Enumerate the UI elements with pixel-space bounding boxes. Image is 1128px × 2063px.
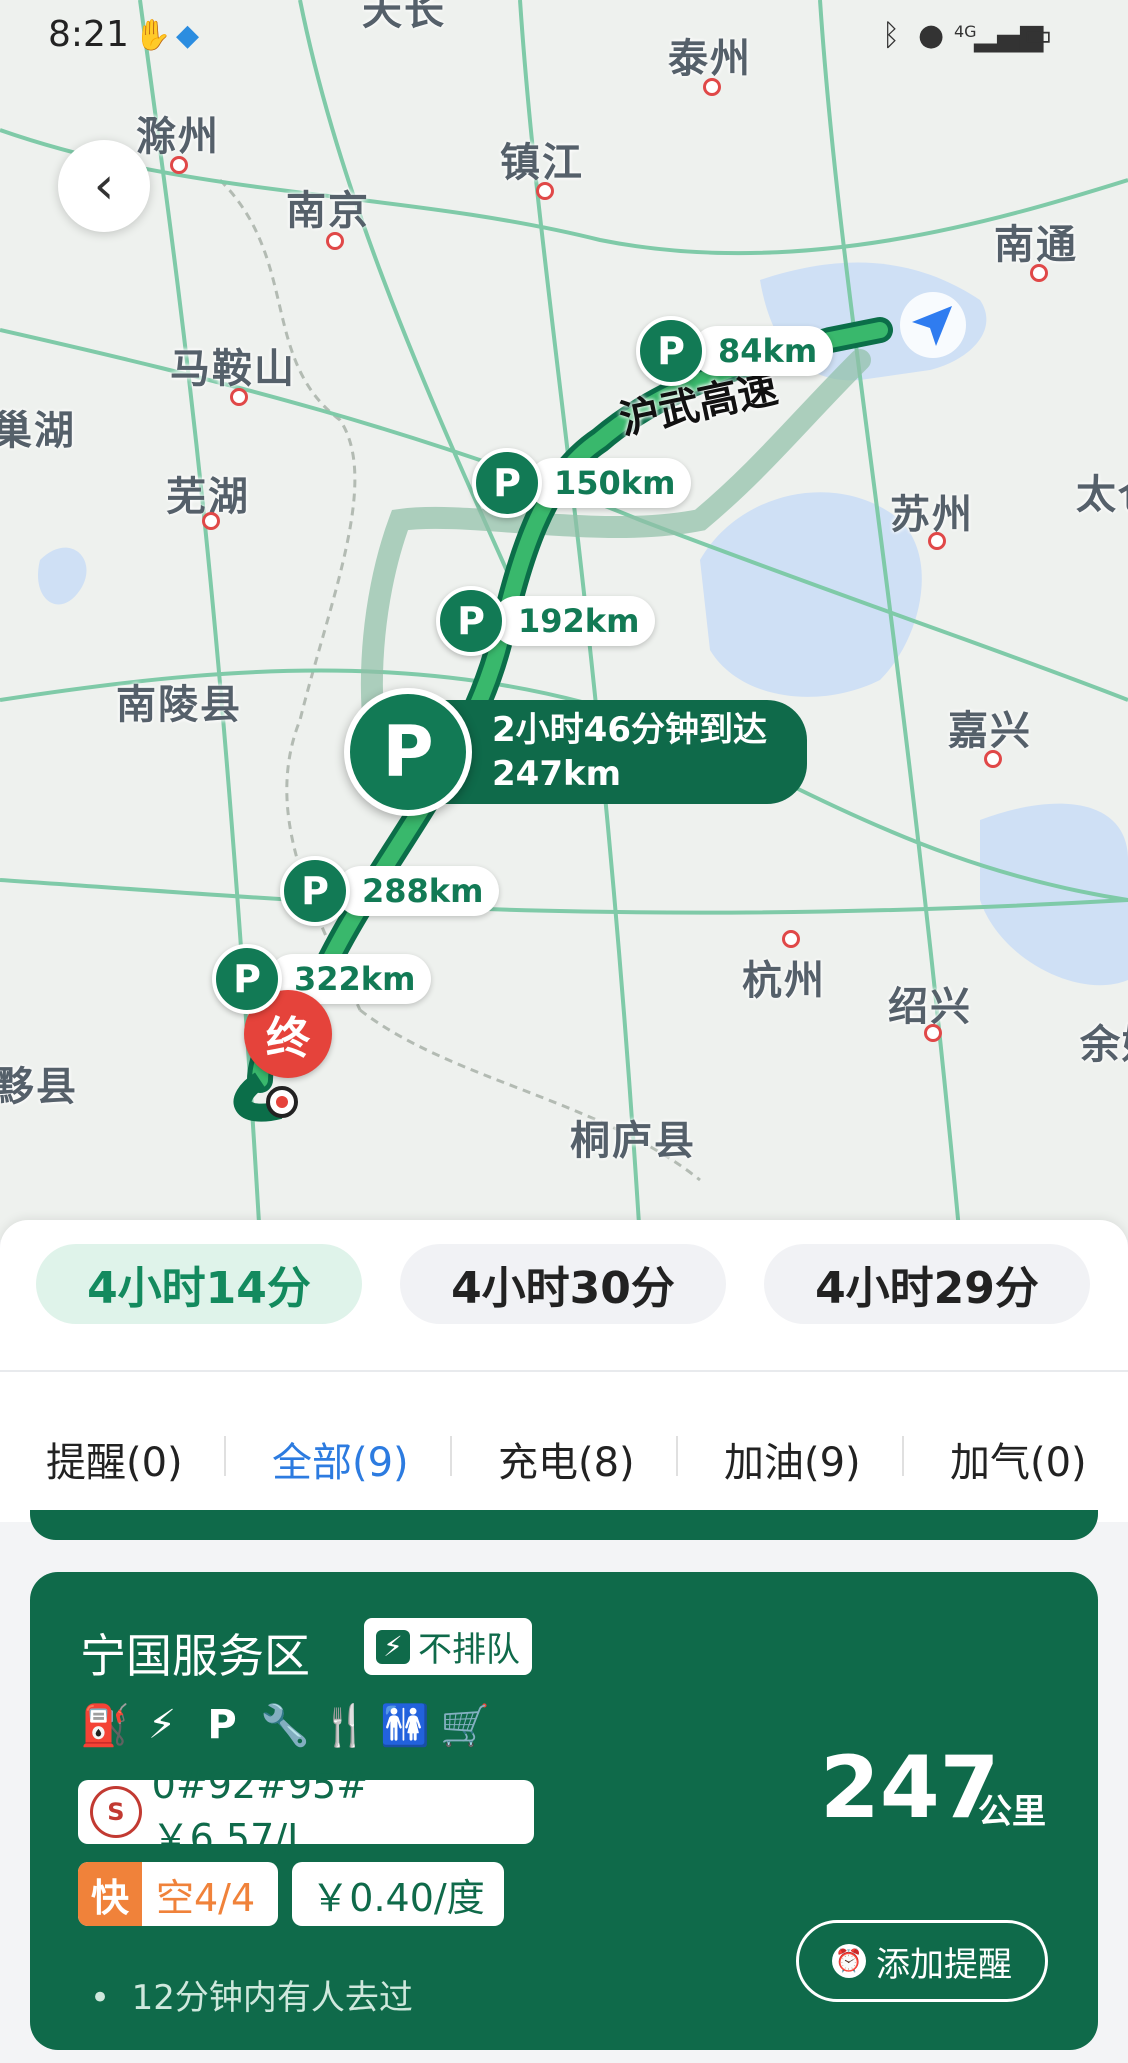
city-label: 镇江 [500, 140, 584, 186]
city-marker [782, 930, 800, 948]
parking-icon: P [472, 448, 542, 518]
electric-price: ￥0.40/度 [292, 1862, 504, 1926]
eta-time: 2小时46分钟到达 [492, 710, 767, 750]
pin-distance-label: 192km [492, 596, 656, 646]
selected-service-area-pin[interactable]: P 2小时46分钟到达 247km [344, 688, 807, 816]
city-label: 桐庐县 [570, 1118, 696, 1164]
service-area-card[interactable]: 宁国服务区 ⚡ 不排队 ⛽ ⚡ P 🔧 🍴 🚻 🛒 S 0#92#95# ￥6.… [30, 1572, 1098, 2050]
no-queue-badge: ⚡ 不排队 [364, 1618, 532, 1675]
city-label: 马鞍山 [170, 346, 296, 392]
fuel-icon: ⛽ [80, 1703, 130, 1749]
pin-distance-label: 150km [528, 458, 692, 508]
parking-icon: P [212, 944, 282, 1014]
filter-gas[interactable]: 加气(0) [950, 1430, 1087, 1488]
city-marker [536, 182, 554, 200]
route-tab[interactable]: 4小时29分 [764, 1244, 1090, 1324]
service-area-pin[interactable]: P 288km [280, 856, 500, 926]
pin-distance-label: 288km [336, 866, 500, 916]
sinopec-logo-icon: S [90, 1786, 142, 1838]
city-label: 巢湖 [0, 408, 76, 454]
filter-divider [224, 1436, 226, 1476]
hand-icon: ✋ [134, 18, 172, 53]
city-label: 滁州 [136, 114, 220, 160]
pin-distance-label: 84km [692, 326, 834, 376]
city-label: 南通 [994, 222, 1078, 268]
shop-icon: 🛒 [440, 1703, 490, 1749]
parking-icon: P [207, 1702, 237, 1748]
city-label: 嘉兴 [948, 708, 1032, 754]
badge-text: 不排队 [418, 1630, 520, 1670]
battery-icon: ▭ [1024, 18, 1053, 53]
distance-unit: 公里 [978, 1792, 1046, 1832]
city-label: 余姚 [1080, 1022, 1128, 1068]
service-icons: ⛽ ⚡ P 🔧 🍴 🚻 🛒 [80, 1702, 490, 1749]
service-area-pin[interactable]: P 192km [436, 586, 656, 656]
filter-fuel[interactable]: 加油(9) [724, 1430, 861, 1488]
filter-all[interactable]: 全部(9) [272, 1430, 409, 1488]
fast-charge-slots: 空4/4 [156, 1875, 256, 1920]
fast-charge-box: 快 空4/4 [78, 1862, 278, 1926]
add-reminder-label: 添加提醒 [876, 1944, 1012, 1985]
parking-icon: P [280, 856, 350, 926]
city-marker [703, 78, 721, 96]
filter-charging[interactable]: 充电(8) [498, 1430, 635, 1488]
previous-card-edge [30, 1510, 1098, 1540]
city-marker [326, 232, 344, 250]
fuel-price-text: 0#92#95# ￥6.57/L [151, 1762, 369, 1860]
service-area-name: 宁国服务区 [80, 1629, 310, 1683]
bluetooth-icon: ᛒ [882, 18, 900, 53]
service-area-pin[interactable]: P 322km [212, 944, 432, 1014]
add-reminder-button[interactable]: ⏰ 添加提醒 [796, 1920, 1048, 2002]
filter-divider [676, 1436, 678, 1476]
restaurant-icon: 🍴 [320, 1703, 370, 1749]
distance-value: 247 [820, 1738, 1000, 1838]
filter-remind[interactable]: 提醒(0) [46, 1430, 183, 1488]
city-marker [230, 388, 248, 406]
fuel-price-box: S 0#92#95# ￥6.57/L [78, 1763, 534, 1860]
route-tab[interactable]: 4小时14分 [36, 1244, 362, 1324]
filter-bar: 提醒(0) 全部(9) 充电(8) 加油(9) 加气(0) [0, 1370, 1128, 1522]
status-time: 8:21 [48, 14, 129, 55]
location-icon: ● [918, 18, 945, 53]
filter-divider [450, 1436, 452, 1476]
parking-icon: P [344, 688, 472, 816]
app-notification-icon: ◆ [176, 18, 200, 53]
map-view[interactable]: 天长 泰州 滁州 镇江 南京 南通 马鞍山 巢湖 芜湖 苏州 太仓 南陵县 嘉兴… [0, 0, 1128, 1240]
route-tab[interactable]: 4小时30分 [400, 1244, 726, 1324]
city-label: 黟县 [0, 1064, 78, 1110]
service-area-pin[interactable]: P 84km [636, 316, 834, 386]
back-button[interactable]: ‹ [58, 140, 150, 232]
city-label: 太仓 [1076, 472, 1128, 518]
city-marker [924, 1024, 942, 1042]
service-area-pin[interactable]: P 150km [472, 448, 692, 518]
city-label: 南京 [286, 188, 370, 234]
status-bar: 8:21 ✋ ◆ ᛒ ● 4G ▂▄▆ ▭ [0, 0, 1128, 80]
filter-divider [902, 1436, 904, 1476]
city-marker [202, 512, 220, 530]
charging-icon: ⚡ [147, 1702, 177, 1748]
city-marker [984, 750, 1002, 768]
city-label: 杭州 [742, 958, 826, 1004]
city-marker [170, 156, 188, 174]
recent-visit-text: • 12分钟内有人去过 [90, 1978, 413, 2018]
repair-icon: 🔧 [260, 1703, 310, 1749]
eta-distance: 247km [492, 754, 622, 794]
city-label: 苏州 [890, 492, 974, 538]
current-location-icon[interactable] [898, 290, 968, 360]
parking-icon: P [636, 316, 706, 386]
lightning-icon: ⚡ [376, 1629, 410, 1664]
recent-visit-label: 12分钟内有人去过 [131, 1978, 413, 2018]
toilet-icon: 🚻 [380, 1703, 430, 1749]
city-marker [1030, 264, 1048, 282]
city-marker [928, 532, 946, 550]
alarm-clock-icon: ⏰ [832, 1944, 866, 1978]
city-label: 南陵县 [116, 682, 242, 728]
chevron-left-icon: ‹ [93, 156, 115, 216]
fast-charge-label: 快 [78, 1862, 142, 1926]
parking-icon: P [436, 586, 506, 656]
eta-label: 2小时46分钟到达 247km [442, 700, 807, 804]
